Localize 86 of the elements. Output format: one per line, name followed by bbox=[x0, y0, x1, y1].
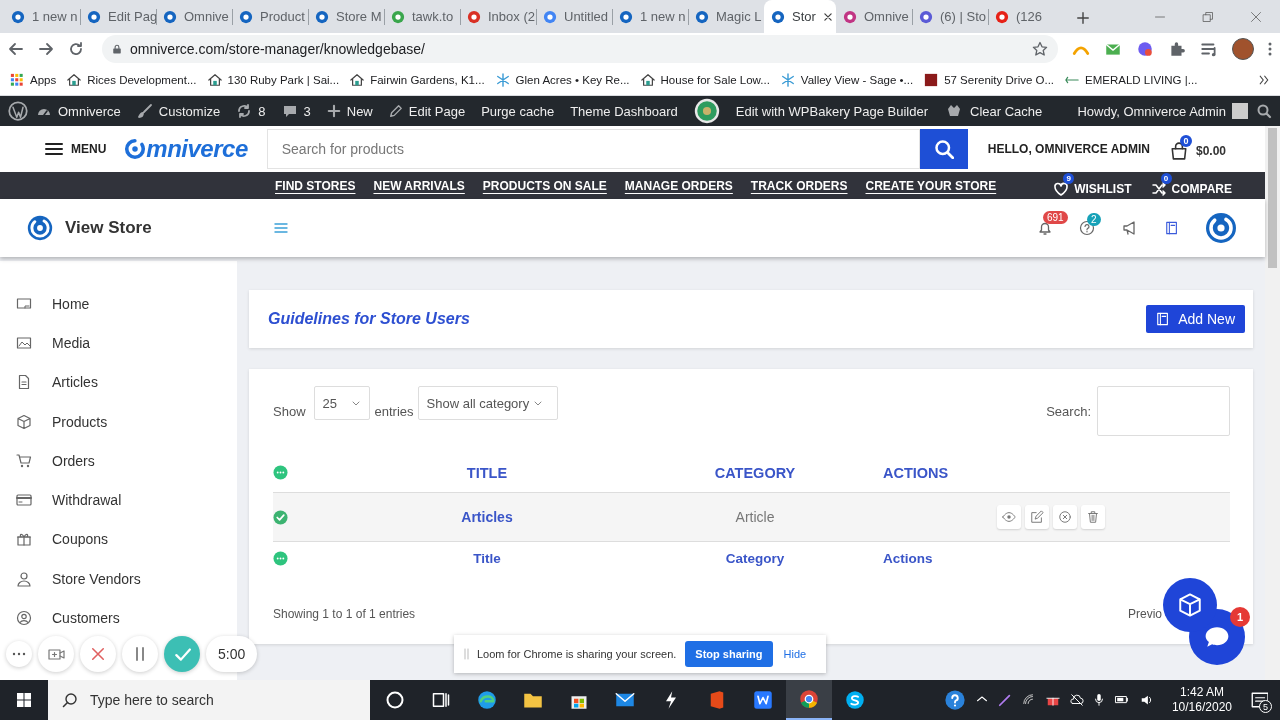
bookmark[interactable]: Valley View - Sage •... bbox=[780, 73, 914, 87]
admin-bar-item[interactable]: 3 bbox=[273, 96, 319, 126]
site-logo[interactable]: mniverce bbox=[124, 135, 248, 163]
browser-tab[interactable]: (6) | Sto bbox=[912, 0, 988, 33]
cart-link[interactable]: 0 $0.00 bbox=[1170, 133, 1226, 165]
admin-bar-item[interactable]: Purge cache bbox=[473, 96, 563, 126]
sidebar-item[interactable]: Store Vendors bbox=[0, 559, 237, 599]
cart-count-badge: 0 bbox=[1180, 135, 1192, 147]
address-bar[interactable]: omniverce.com/store-manager/knowledgebase/ bbox=[102, 35, 1058, 63]
taskbar-clock[interactable]: 1:42 AM 10/16/2020 bbox=[1171, 685, 1232, 715]
menu-button[interactable]: MENU bbox=[45, 142, 107, 156]
sidebar-item[interactable]: Customers bbox=[0, 598, 237, 638]
page-title: Guidelines for Store Users bbox=[268, 310, 470, 328]
page-size-select[interactable]: 25 bbox=[313, 386, 370, 420]
column-header: CATEGORY bbox=[714, 464, 796, 481]
sidebar-item[interactable]: Home bbox=[0, 284, 237, 324]
column-header: ACTIONS bbox=[883, 464, 949, 481]
view-store-link[interactable]: View Store bbox=[27, 215, 152, 241]
show-label: Show bbox=[273, 403, 306, 419]
admin-bar-item[interactable]: Omniverce bbox=[28, 96, 129, 126]
admin-bar-item[interactable]: Theme Dashboard bbox=[562, 96, 686, 126]
column-footer: Actions bbox=[883, 551, 933, 566]
sidebar-item[interactable]: Withdrawal bbox=[0, 480, 237, 520]
admin-bar-item[interactable]: Edit with WPBakery Page Builder bbox=[727, 96, 936, 126]
admin-bar-item[interactable]: Customize bbox=[128, 96, 229, 126]
wishlist-count-badge: 9 bbox=[1063, 173, 1075, 184]
stop-sharing-button[interactable]: Stop sharing bbox=[685, 641, 773, 667]
admin-bar-item[interactable]: Clear Cache bbox=[936, 96, 1051, 126]
browser-tab[interactable]: 1 new n bbox=[4, 0, 80, 33]
compare-link[interactable]: 0 COMPARE bbox=[1149, 172, 1232, 199]
nav-link[interactable]: CREATE YOUR STORE bbox=[865, 178, 997, 193]
sidebar-item[interactable]: Articles bbox=[0, 362, 237, 402]
browser-tab[interactable]: Inbox (2 bbox=[460, 0, 536, 33]
sidebar-item[interactable]: Media bbox=[0, 323, 237, 363]
table-cell: Articles bbox=[461, 509, 513, 525]
browser-tab[interactable]: Omnive bbox=[156, 0, 232, 33]
browser-tab[interactable]: tawk.to bbox=[384, 0, 460, 33]
admin-bar-item[interactable]: New bbox=[318, 96, 381, 126]
apps-link[interactable]: Apps bbox=[10, 73, 57, 87]
search-field[interactable]: Search for products bbox=[266, 129, 920, 169]
admin-bar-item[interactable]: Edit Page bbox=[380, 96, 474, 126]
notification-badge: 691 bbox=[1043, 211, 1068, 224]
account-link[interactable]: HELLO, OMNIVERCE ADMIN bbox=[987, 142, 1150, 156]
help-badge: 2 bbox=[1087, 213, 1101, 226]
browser-tab[interactable]: Untitled bbox=[536, 0, 612, 33]
table-info: Showing 1 to 1 of 1 entries bbox=[273, 607, 416, 621]
browser-tab[interactable]: Magic L bbox=[688, 0, 764, 33]
add-new-button[interactable]: Add New bbox=[1146, 305, 1245, 333]
bookmark[interactable]: Fairwin Gardens, K1... bbox=[350, 73, 485, 87]
sidebar-item[interactable]: Coupons bbox=[0, 519, 237, 560]
bookmark[interactable]: Glen Acres • Key Re... bbox=[495, 73, 630, 87]
bookmark[interactable]: EMERALD LIVING |... bbox=[1065, 73, 1198, 87]
bookmark[interactable]: 130 Ruby Park | Sai... bbox=[207, 73, 340, 87]
column-footer: Title bbox=[473, 551, 501, 566]
browser-tab[interactable]: 1 new n bbox=[612, 0, 688, 33]
sidebar-item[interactable]: Orders bbox=[0, 441, 237, 481]
browser-tab[interactable]: (126 bbox=[988, 0, 1064, 33]
nav-link[interactable]: NEW ARRIVALS bbox=[373, 178, 465, 193]
taskbar-search[interactable]: Type here to search bbox=[48, 680, 370, 720]
category-select[interactable]: Show all category bbox=[417, 386, 558, 420]
browser-tab[interactable]: Store M bbox=[308, 0, 384, 33]
account-menu[interactable]: Howdy, Omniverce Admin bbox=[1069, 96, 1256, 126]
previous-link[interactable]: Previo bbox=[1128, 607, 1162, 621]
sidebar-item[interactable]: Products bbox=[0, 401, 237, 442]
entries-label: entries bbox=[374, 403, 414, 419]
browser-tab[interactable]: Product bbox=[232, 0, 308, 33]
search-label: Search: bbox=[1046, 403, 1091, 419]
column-footer: Category bbox=[725, 551, 785, 566]
browser-tab[interactable]: Edit Pag bbox=[80, 0, 156, 33]
bookmark[interactable]: Rices Development... bbox=[67, 73, 197, 87]
nav-link[interactable]: PRODUCTS ON SALE bbox=[482, 178, 607, 193]
browser-tab[interactable]: Omnive bbox=[836, 0, 912, 33]
bookmark[interactable]: House for Sale Low... bbox=[640, 73, 770, 87]
browser-tab[interactable]: Stor bbox=[764, 0, 836, 33]
wishlist-link[interactable]: 9 WISHLIST bbox=[1052, 172, 1132, 199]
bookmark[interactable]: 57 Serenity Drive O... bbox=[924, 73, 1055, 87]
hide-link[interactable]: Hide bbox=[783, 648, 807, 660]
table-cell: Article bbox=[735, 509, 775, 525]
nav-link[interactable]: TRACK ORDERS bbox=[750, 178, 848, 193]
compare-count-badge: 0 bbox=[1160, 173, 1172, 184]
admin-bar-item[interactable]: 8 bbox=[228, 96, 274, 126]
nav-link[interactable]: MANAGE ORDERS bbox=[624, 178, 733, 193]
notification-count: 5 bbox=[1259, 700, 1272, 713]
column-header: TITLE bbox=[466, 464, 508, 481]
sharing-message: Loom for Chrome is sharing your screen. bbox=[477, 648, 677, 660]
nav-link[interactable]: FIND STORES bbox=[275, 178, 356, 193]
